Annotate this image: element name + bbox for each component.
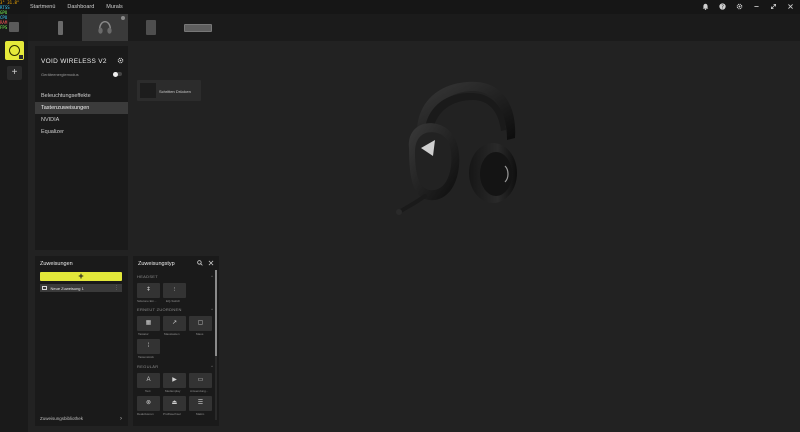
- close-panel-icon[interactable]: [208, 260, 214, 268]
- assignment-checkbox[interactable]: [42, 285, 47, 291]
- chevron-up-icon[interactable]: ^: [211, 364, 213, 369]
- device-tab-headset[interactable]: [82, 14, 128, 41]
- tile-macro-label: Makro: [196, 412, 205, 416]
- mouse-buttons-icon: ↗: [171, 320, 178, 326]
- tile-mouse[interactable]: ▢: [189, 316, 212, 331]
- profile-badge-icon: [19, 55, 23, 59]
- rail-profile-selected[interactable]: [5, 41, 24, 60]
- chevron-right-icon[interactable]: ›: [120, 416, 122, 422]
- section-headset: HEADSET: [137, 274, 158, 279]
- assignment-row[interactable]: Neue Zuweisung 1 ⋮: [40, 284, 122, 292]
- media-icon: ▶: [172, 377, 177, 383]
- app-window: 3° 31.8° RTSS GPU CPU RAM FPS Startmenü …: [0, 0, 800, 432]
- nav-murals[interactable]: Murals: [106, 4, 123, 10]
- tile-eq-label: EQ-Switch: [166, 299, 181, 303]
- sleep-mode-label: Geräteenergiemodus: [41, 72, 79, 77]
- assignments-title: Zuweisungen: [40, 261, 73, 267]
- notification-icon[interactable]: [701, 2, 709, 10]
- mouse-icon: ▢: [197, 320, 204, 326]
- tile-text[interactable]: A: [137, 373, 160, 388]
- disable-icon: ⊗: [145, 400, 152, 406]
- tile-keyboard-label: Tastatur: [138, 332, 149, 336]
- type-panel-scrollbar[interactable]: [215, 270, 217, 420]
- section-regular: REGULÄR: [137, 364, 159, 369]
- tile-mouse-buttons[interactable]: ↗: [163, 316, 186, 331]
- tile-keyboard[interactable]: ▦: [137, 316, 160, 331]
- eq-icon: ⫶: [173, 287, 176, 293]
- action-card-label: Schritten Drücken: [159, 89, 191, 94]
- tile-eq-switch[interactable]: ⫶: [163, 283, 186, 298]
- device-tab-keyboard[interactable]: [176, 14, 220, 41]
- minimize-icon[interactable]: [752, 2, 760, 10]
- menu-key-assignments[interactable]: Tastenzuweisungen: [35, 102, 128, 114]
- scrollbar-thumb[interactable]: [215, 270, 217, 356]
- tile-profile-switch[interactable]: ⏏: [163, 396, 186, 411]
- tile-macro[interactable]: ☰: [189, 396, 212, 411]
- profile-switch-icon: ⏏: [171, 400, 178, 406]
- menu-equalizer[interactable]: Equalizer: [35, 126, 128, 138]
- tile-disable[interactable]: ⊗: [137, 396, 160, 411]
- hub-device-icon: [146, 20, 156, 35]
- tile-sidetone-label: Sidetone Ein...: [137, 299, 157, 303]
- close-icon[interactable]: [786, 2, 794, 10]
- sidetone-icon: ǂ: [146, 287, 151, 293]
- text-icon: A: [146, 377, 151, 383]
- chevron-up-icon[interactable]: ^: [211, 274, 213, 279]
- tile-media-label: Medienplay: [165, 389, 181, 393]
- add-assignment-button[interactable]: +: [40, 272, 122, 281]
- nav-dashboard[interactable]: Dashboard: [67, 4, 94, 10]
- assignments-panel: Zuweisungen + Neue Zuweisung 1 ⋮ Zuweisu…: [35, 256, 128, 426]
- window-controls: ?: [701, 2, 794, 10]
- device-tab-hub[interactable]: [136, 14, 166, 41]
- overlay-line: FPS: [0, 25, 8, 30]
- tile-media[interactable]: ▶: [163, 373, 186, 388]
- add-profile-button[interactable]: +: [7, 66, 22, 80]
- tile-profile-switch-label: Profilwechsel: [163, 412, 181, 416]
- tile-mouse-label: Maus: [196, 332, 204, 336]
- tile-keycombo-label: Tastenstück: [138, 355, 154, 359]
- application-icon: ▭: [197, 377, 204, 383]
- left-rail: +: [0, 14, 28, 432]
- menu-nvidia[interactable]: NVIDIA: [35, 114, 128, 126]
- device-menu: Beleuchtungseffekte Tastenzuweisungen NV…: [35, 90, 128, 138]
- device-panel: VOID WIRELESS V2 Geräteenergiemodus Bele…: [35, 46, 128, 250]
- action-card-thumbnail: [140, 83, 156, 98]
- type-panel-tools: [197, 260, 214, 268]
- keyboard-icon: ▦: [145, 320, 152, 326]
- tile-mouse-buttons-label: Maustasten: [164, 332, 180, 336]
- device-status-icon: [121, 16, 125, 20]
- settings-icon[interactable]: [735, 2, 743, 10]
- tile-application[interactable]: ▭: [189, 373, 212, 388]
- keyboard-device-icon: [184, 23, 212, 32]
- tile-keycombo[interactable]: ⁞: [137, 339, 160, 354]
- sleep-mode-toggle[interactable]: [113, 71, 122, 77]
- toggle-knob: [113, 71, 118, 77]
- tile-sidetone[interactable]: ǂ: [137, 283, 160, 298]
- assignment-type-panel: Zuweisungstyp HEADSET ^ ǂ Sidetone Ein..…: [133, 256, 219, 426]
- headset-device-icon: [98, 20, 112, 34]
- section-remap: ERNEUT ZUORDNEN: [137, 307, 182, 312]
- action-card[interactable]: Schritten Drücken: [137, 80, 201, 101]
- key-combo-icon: ⁞: [147, 343, 150, 349]
- device-title: VOID WIRELESS V2: [41, 58, 107, 65]
- search-icon[interactable]: [197, 260, 203, 268]
- menu-lighting[interactable]: Beleuchtungseffekte: [35, 90, 128, 102]
- performance-overlay: 3° 31.8° RTSS GPU CPU RAM FPS: [0, 0, 60, 40]
- maximize-icon[interactable]: [769, 2, 777, 10]
- device-settings-gear-icon[interactable]: [117, 57, 124, 64]
- tile-disable-label: Deaktivieren: [137, 412, 154, 416]
- assignment-label: Neue Zuweisung 1: [50, 285, 84, 291]
- top-bar: Startmenü Dashboard Murals ?: [0, 0, 800, 14]
- chevron-up-icon[interactable]: ^: [211, 307, 213, 312]
- tile-application-label: Anwendung...: [190, 389, 209, 393]
- help-icon[interactable]: ?: [718, 2, 726, 10]
- svg-text:?: ?: [721, 4, 724, 10]
- assignment-type-title: Zuweisungstyp: [138, 261, 175, 267]
- macro-icon: ☰: [197, 400, 204, 406]
- device-strip: [0, 14, 800, 41]
- headset-image: [396, 81, 517, 215]
- assignment-library-link[interactable]: Zuweisungsbibliothek: [40, 416, 83, 421]
- more-options-icon[interactable]: ⋮: [114, 284, 119, 292]
